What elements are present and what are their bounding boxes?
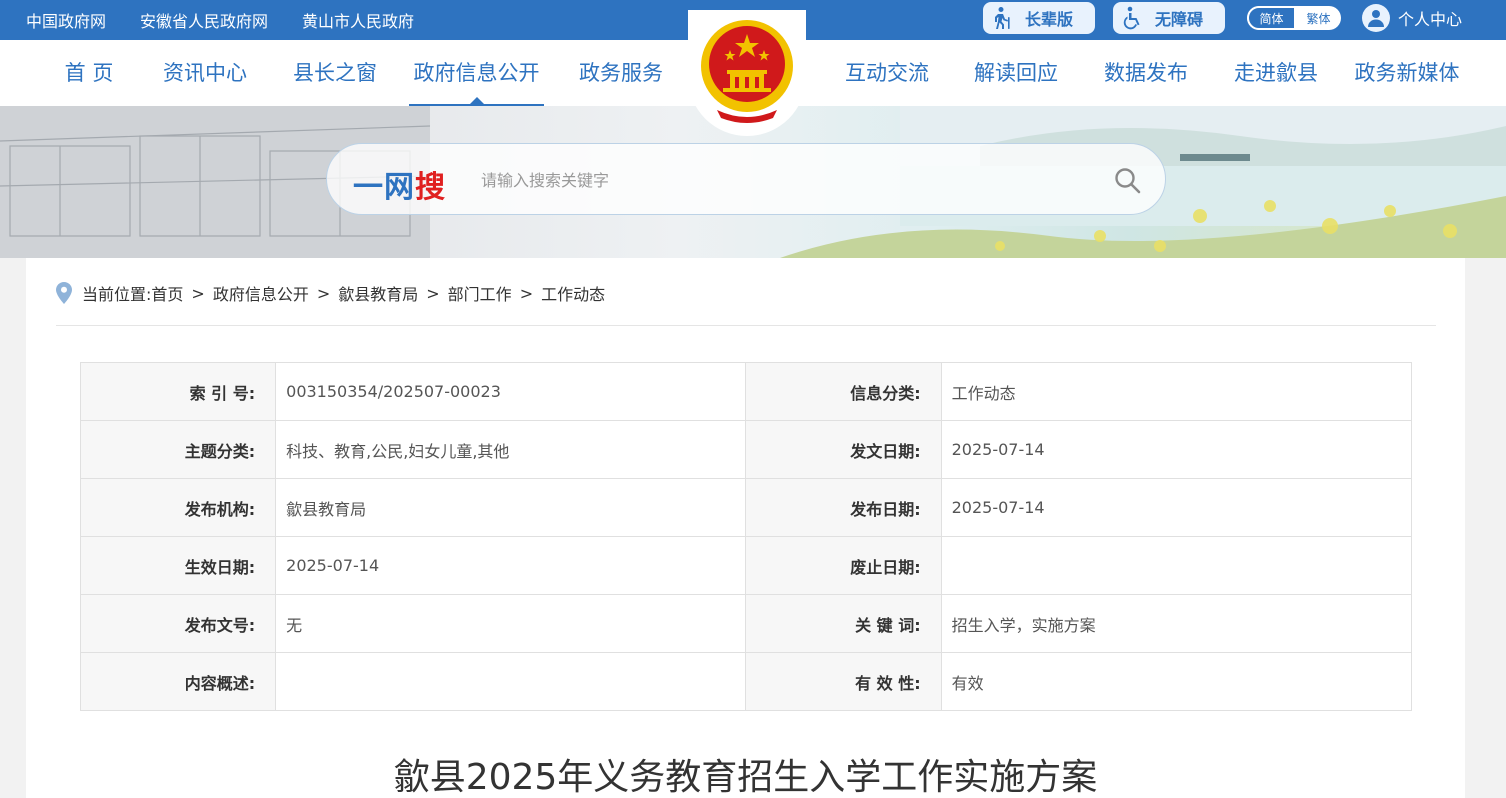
breadcrumb-prefix: 当前位置: bbox=[82, 285, 152, 304]
elder-mode-button[interactable]: 长辈版 bbox=[983, 2, 1095, 34]
nav-gov-info-disclosure[interactable]: 政府信息公开 bbox=[409, 40, 544, 106]
search-logo: 一网搜 bbox=[353, 170, 446, 205]
breadcrumb-separator: > bbox=[316, 283, 331, 303]
meta-value: 工作动态 bbox=[940, 362, 1413, 421]
breadcrumb: 当前位置: 首页 > 政府信息公开 > 歙县教育局 > 部门工作 > 工作动态 bbox=[56, 280, 605, 306]
accessibility-button[interactable]: 无障碍 bbox=[1113, 2, 1225, 34]
meta-value bbox=[275, 652, 747, 711]
location-pin-icon bbox=[56, 282, 72, 304]
meta-value: 有效 bbox=[940, 652, 1413, 711]
meta-value: 招生入学，实施方案 bbox=[940, 594, 1413, 653]
language-switch: 简体 繁体 bbox=[1247, 6, 1341, 30]
nav-data-release[interactable]: 数据发布 bbox=[1101, 40, 1191, 106]
national-emblem-icon bbox=[701, 20, 793, 123]
national-emblem[interactable] bbox=[688, 10, 806, 136]
meta-value: 2025-07-14 bbox=[940, 478, 1413, 537]
user-center-label: 个人中心 bbox=[1398, 10, 1463, 29]
meta-value: 歙县教育局 bbox=[275, 478, 747, 537]
nav-interpretation[interactable]: 解读回应 bbox=[971, 40, 1061, 106]
accessibility-label: 无障碍 bbox=[1155, 10, 1204, 29]
nav-home[interactable]: 首 页 bbox=[62, 40, 116, 106]
breadcrumb-gov-info[interactable]: 政府信息公开 bbox=[213, 281, 309, 305]
table-row: 发布机构: 歙县教育局 发布日期: 2025-07-14 bbox=[79, 478, 1413, 537]
table-row: 生效日期: 2025-07-14 废止日期: bbox=[79, 536, 1413, 595]
article-title: 歙县2025年义务教育招生入学工作实施方案 bbox=[393, 757, 1098, 798]
search-icon[interactable] bbox=[1113, 166, 1143, 196]
nav-gov-services[interactable]: 政务服务 bbox=[576, 40, 666, 106]
breadcrumb-divider bbox=[56, 325, 1436, 326]
breadcrumb-dept-work[interactable]: 部门工作 bbox=[448, 281, 512, 305]
meta-label: 废止日期: bbox=[745, 536, 942, 595]
breadcrumb-education-bureau[interactable]: 歙县教育局 bbox=[338, 281, 418, 305]
breadcrumb-separator: > bbox=[191, 283, 205, 303]
user-icon bbox=[1362, 4, 1390, 32]
document-metadata-table: 索 引 号: 003150354/202507-00023 信息分类: 工作动态 主题分… bbox=[79, 362, 1413, 711]
link-gov-cn[interactable]: 中国政府网 bbox=[26, 8, 106, 32]
meta-label: 信息分类: bbox=[745, 362, 942, 421]
nav-interaction[interactable]: 互动交流 bbox=[842, 40, 932, 106]
meta-label: 生效日期: bbox=[79, 536, 277, 595]
meta-label: 发布机构: bbox=[79, 478, 277, 537]
meta-label: 主题分类: bbox=[79, 420, 277, 479]
wheelchair-icon bbox=[1123, 6, 1140, 30]
lang-traditional[interactable]: 繁体 bbox=[1296, 6, 1341, 30]
breadcrumb-separator: > bbox=[519, 283, 534, 303]
nav-about-shexian[interactable]: 走进歙县 bbox=[1231, 40, 1321, 106]
meta-value: 2025-07-14 bbox=[940, 420, 1413, 479]
meta-label: 发文日期: bbox=[745, 420, 942, 479]
nav-news-center[interactable]: 资讯中心 bbox=[160, 40, 250, 106]
nav-new-media[interactable]: 政务新媒体 bbox=[1351, 40, 1463, 106]
table-row: 发布文号: 无关 键 词: 招生入学，实施方案 bbox=[79, 594, 1413, 653]
meta-label: 有 效 性: bbox=[745, 652, 942, 711]
meta-value: 无 bbox=[275, 594, 747, 653]
table-row: 索 引 号: 003150354/202507-00023 信息分类: 工作动态 bbox=[79, 362, 1413, 421]
link-anhui-gov[interactable]: 安徽省人民政府网 bbox=[140, 8, 268, 32]
site-search: 一网搜 bbox=[326, 143, 1166, 215]
meta-value: 科技、教育,公民,妇女儿童,其他 bbox=[275, 420, 747, 479]
nav-county-head[interactable]: 县长之窗 bbox=[290, 40, 380, 106]
table-row: 内容概述: 有 效 性: 有效 bbox=[79, 652, 1413, 711]
meta-value: 2025-07-14 bbox=[275, 536, 747, 595]
top-links: 中国政府网 安徽省人民政府网 黄山市人民政府 bbox=[26, 0, 414, 40]
lang-simplified[interactable]: 简体 bbox=[1247, 6, 1296, 30]
user-center-link[interactable]: 个人中心 bbox=[1362, 3, 1462, 33]
breadcrumb-home[interactable]: 首页 bbox=[151, 281, 183, 305]
meta-label: 关 键 词: bbox=[745, 594, 942, 653]
meta-label: 发布日期: bbox=[745, 478, 942, 537]
elder-mode-label: 长辈版 bbox=[1025, 10, 1074, 29]
table-row: 主题分类: 科技、教育,公民,妇女儿童,其他 发文日期: 2025-07-14 bbox=[79, 420, 1413, 479]
meta-value bbox=[940, 536, 1413, 595]
search-input[interactable] bbox=[481, 166, 1081, 194]
elder-icon bbox=[995, 7, 1010, 29]
meta-value: 003150354/202507-00023 bbox=[275, 362, 747, 421]
breadcrumb-separator: > bbox=[426, 283, 440, 303]
meta-label: 索 引 号: bbox=[79, 362, 277, 421]
meta-label: 发布文号: bbox=[79, 594, 277, 653]
meta-label: 内容概述: bbox=[79, 652, 277, 711]
breadcrumb-work-news[interactable]: 工作动态 bbox=[541, 281, 605, 305]
link-huangshan-gov[interactable]: 黄山市人民政府 bbox=[302, 8, 414, 32]
